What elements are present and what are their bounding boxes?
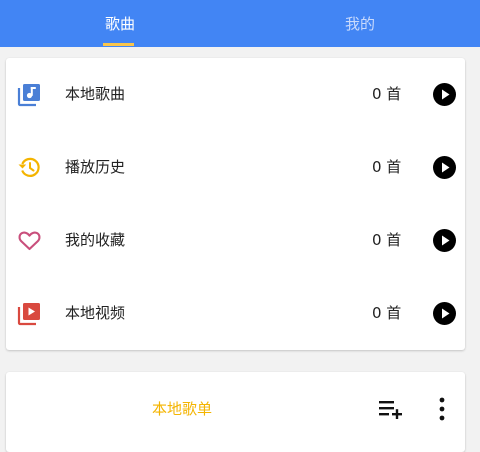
play-button[interactable] [433, 229, 456, 252]
history-icon [17, 155, 42, 180]
song-count: 0 首 [372, 85, 402, 103]
active-tab-indicator [103, 43, 134, 46]
list-item-favorites[interactable]: 我的收藏 0 首 [6, 204, 465, 277]
list-item-local-songs[interactable]: 本地歌曲 0 首 [6, 58, 465, 131]
tab-mine[interactable]: 我的 [240, 0, 480, 47]
playlist-title[interactable]: 本地歌单 [6, 372, 358, 446]
play-button[interactable] [433, 302, 456, 325]
more-vertical-icon[interactable] [436, 397, 448, 421]
top-tab-bar: 歌曲 我的 [0, 0, 480, 47]
play-circle-icon [433, 229, 456, 252]
video-library-icon [17, 301, 42, 326]
library-card: 本地歌曲 0 首 播放历史 0 首 我的收藏 0 首 本地视频 0 首 [6, 58, 465, 350]
music-library-icon [17, 82, 42, 107]
list-item-label: 本地歌曲 [65, 85, 126, 103]
list-item-local-videos[interactable]: 本地视频 0 首 [6, 277, 465, 350]
heart-outline-icon [17, 228, 42, 253]
tab-songs-label: 歌曲 [104, 15, 135, 33]
song-count: 0 首 [372, 231, 402, 249]
list-item-play-history[interactable]: 播放历史 0 首 [6, 131, 465, 204]
list-item-label: 本地视频 [65, 304, 126, 322]
song-count: 0 首 [372, 158, 402, 176]
list-item-label: 播放历史 [65, 158, 126, 176]
play-button[interactable] [433, 156, 456, 179]
playlist-add-icon[interactable] [379, 399, 405, 420]
play-circle-icon [433, 302, 456, 325]
play-circle-icon [433, 156, 456, 179]
play-button[interactable] [433, 83, 456, 106]
play-circle-icon [433, 83, 456, 106]
tab-songs[interactable]: 歌曲 [0, 0, 240, 47]
playlist-card: 本地歌单 [6, 372, 465, 452]
song-count: 0 首 [372, 304, 402, 322]
list-item-label: 我的收藏 [65, 231, 126, 249]
tab-mine-label: 我的 [344, 15, 375, 33]
